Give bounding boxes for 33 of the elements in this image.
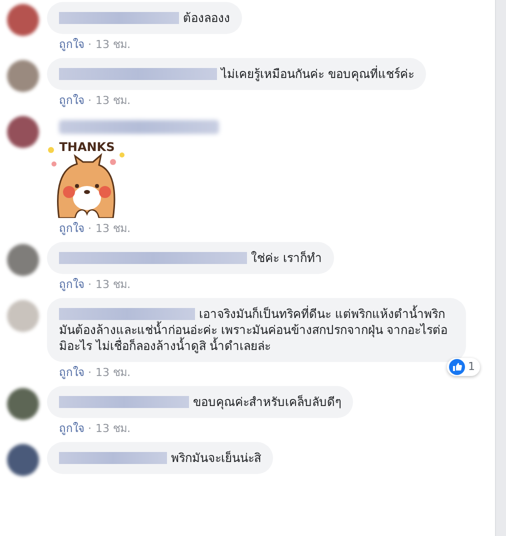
separator-dot: ·: [88, 222, 92, 236]
like-link[interactable]: ถูกใจ: [59, 278, 84, 292]
comment-time: 13 ชม.: [96, 94, 130, 108]
separator-dot: ·: [88, 366, 92, 380]
comment-time: 13 ชม.: [96, 222, 130, 236]
separator-dot: ·: [88, 422, 92, 436]
comment-time: 13 ชม.: [96, 422, 130, 436]
comment-time: 13 ชม.: [96, 366, 130, 380]
avatar[interactable]: [7, 60, 39, 92]
comment-text: ขอบคุณค่ะสำหรับเคล็บลับดีๆ: [192, 394, 341, 410]
reaction-badge[interactable]: 1: [447, 358, 480, 376]
comment-text: ใช่ค่ะ เราก็ทำ: [250, 250, 322, 266]
separator-dot: ·: [88, 94, 92, 108]
separator-dot: ·: [88, 38, 92, 52]
avatar[interactable]: [7, 116, 39, 148]
like-link[interactable]: ถูกใจ: [59, 94, 84, 108]
avatar[interactable]: [7, 4, 39, 36]
avatar[interactable]: [7, 444, 39, 476]
reaction-count: 1: [468, 359, 475, 375]
like-link[interactable]: ถูกใจ: [59, 222, 84, 236]
thumbs-up-icon: [449, 359, 465, 375]
like-link[interactable]: ถูกใจ: [59, 366, 84, 380]
like-link[interactable]: ถูกใจ: [59, 38, 84, 52]
avatar[interactable]: [7, 388, 39, 420]
separator-dot: ·: [88, 278, 92, 292]
comment-text: พริกมันจะเย็นน่ะสิ: [170, 450, 261, 466]
comment-text: เอาจริงมันก็เป็นทริคที่ดีนะ แต่พริกแห้งตำน้ำพริกมันต้องล้างและแช่น้ำก่อนอ่ะค่ะ เพราะมันค่อนข้างสกปรกจากฝุ่น จากอะไรต่อมิอะไร ไม่เชื่อก็ลองล้างน้ำดูสิ น้ำดำเลยล่ะ: [59, 306, 449, 354]
comment-time: 13 ชม.: [96, 38, 130, 52]
comment-text: ไม่เคยรู้เหมือนกันค่ะ ขอบคุณที่แชร์ค่ะ: [219, 66, 414, 82]
like-link[interactable]: ถูกใจ: [59, 422, 84, 436]
comment-text: ต้องลองง: [182, 10, 230, 26]
avatar[interactable]: [7, 244, 39, 276]
comment-time: 13 ชม.: [96, 278, 130, 292]
